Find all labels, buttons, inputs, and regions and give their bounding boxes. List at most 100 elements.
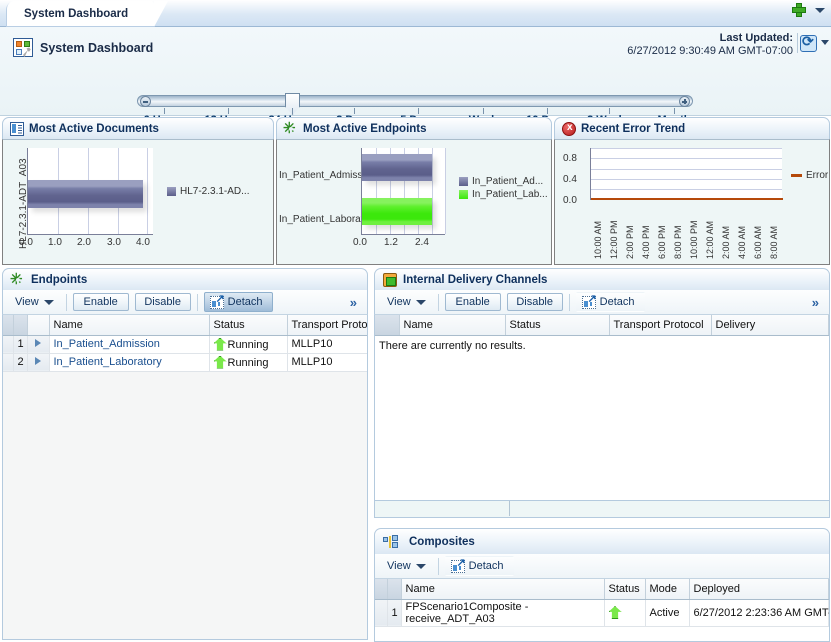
row-number: 2 — [13, 353, 28, 372]
chart-xtick-label: 10:00 PM — [689, 220, 699, 259]
col-status[interactable]: Status — [209, 315, 288, 336]
endpoint-link[interactable]: In_Patient_Laboratory — [54, 356, 162, 368]
page-title: System Dashboard — [13, 38, 154, 58]
endpoint-link[interactable]: In_Patient_Admission — [54, 338, 160, 350]
slider-track[interactable] — [137, 95, 693, 107]
table-internal-delivery-channels[interactable]: Name Status Transport Protocol Delivery … — [374, 315, 830, 501]
col-name[interactable]: Name — [49, 315, 210, 336]
plus-icon[interactable] — [792, 3, 806, 17]
row-expander[interactable] — [27, 353, 50, 372]
legend-label: Error — [806, 170, 829, 181]
refresh-icon[interactable] — [800, 33, 817, 52]
col-transport-protocol[interactable]: Transport Protocol — [609, 315, 712, 336]
horizontal-scrollbar[interactable] — [374, 501, 830, 518]
chart-xtick-label: 4:00 PM — [641, 225, 651, 259]
panel-header-composites[interactable]: Composites — [374, 528, 830, 554]
cell-name[interactable]: In_Patient_Admission — [49, 335, 210, 354]
col-deployed[interactable]: Deployed — [689, 579, 829, 600]
cell-status: Running — [209, 353, 288, 372]
minus-icon[interactable] — [140, 96, 151, 107]
disable-button[interactable]: Disable — [134, 293, 191, 311]
col-selector[interactable] — [3, 315, 14, 336]
chevron-down-icon — [43, 299, 54, 305]
tab-system-dashboard[interactable]: System Dashboard — [6, 1, 169, 27]
view-menu-button[interactable]: View — [381, 296, 432, 308]
scrollbar-thumb[interactable] — [375, 501, 510, 516]
toolbar-overflow-button[interactable]: » — [812, 295, 823, 310]
panel-header-recent-error-trend[interactable]: Recent Error Trend — [554, 117, 830, 139]
legend-item: HL7-2.3.1-AD... — [167, 186, 249, 197]
col-delivery[interactable]: Delivery — [711, 315, 829, 336]
col-selector[interactable] — [375, 579, 388, 600]
col-gutter — [387, 579, 402, 600]
table-row[interactable]: 1 FPScenario1Composite - receive_ADT_A03 A… — [375, 599, 829, 627]
panel-header-most-active-endpoints[interactable]: Most Active Endpoints — [276, 117, 552, 139]
col-name[interactable]: Name — [401, 579, 605, 600]
table-row[interactable]: 1 In_Patient_Admission Running MLLP10 — [3, 335, 367, 354]
row-selector[interactable] — [3, 335, 14, 354]
delivery-icon — [383, 272, 397, 287]
detach-button[interactable]: Detach — [203, 292, 273, 312]
row-expander[interactable] — [27, 335, 50, 354]
header-chevron-down-icon[interactable] — [821, 40, 829, 45]
row-selector[interactable] — [3, 353, 14, 372]
table-endpoints[interactable]: Name Status Transport Protocol 1 In_Patie… — [2, 315, 368, 640]
panel-title: Recent Error Trend — [581, 122, 686, 135]
chart-tick-label: 4.0 — [136, 237, 150, 248]
chart-plot-area — [361, 148, 446, 235]
panel-header-internal-delivery-channels[interactable]: Internal Delivery Channels — [374, 268, 830, 290]
legend-label: In_Patient_Lab... — [472, 189, 548, 200]
view-menu-button[interactable]: View — [381, 560, 432, 572]
enable-button[interactable]: Enable — [444, 293, 501, 311]
empty-results-message: There are currently no results. — [375, 335, 829, 356]
col-transport-protocol[interactable]: Transport Protocol — [287, 315, 367, 336]
chart-xtick-label: 12:00 AM — [705, 220, 715, 259]
detach-button[interactable]: Detach — [575, 292, 645, 312]
cell-status — [604, 599, 646, 627]
disable-button[interactable]: Disable — [506, 293, 563, 311]
col-gutter — [13, 315, 28, 336]
plus-icon[interactable] — [679, 96, 690, 107]
chart-xtick-label: 2:00 AM — [721, 225, 731, 259]
page-title-text: System Dashboard — [40, 40, 154, 55]
table-row[interactable]: 2 In_Patient_Laboratory Running MLLP10 — [3, 353, 367, 372]
panel-header-most-active-documents[interactable]: Most Active Documents — [2, 117, 274, 139]
col-name[interactable]: Name — [399, 315, 506, 336]
chevron-down-icon[interactable] — [815, 7, 825, 13]
chart-ytick-label: 0.8 — [563, 153, 577, 164]
view-menu-label: View — [387, 560, 411, 572]
col-selector[interactable] — [375, 315, 400, 336]
cell-mode: Active — [645, 599, 690, 627]
toolbar-separator — [437, 293, 439, 311]
disable-button-label: Disable — [144, 296, 181, 308]
legend-swatch-icon — [459, 177, 468, 186]
chart-xtick-label: 10:00 AM — [593, 220, 603, 259]
window-tab-strip: System Dashboard — [0, 0, 831, 27]
toolbar-separator — [65, 293, 67, 311]
table-composites[interactable]: Name Status Mode Deployed 1 FPScenario1Co… — [374, 579, 830, 642]
charts-row: Most Active Documents HL7-2.3.1-ADT_A03 — [0, 117, 831, 265]
col-status[interactable]: Status — [505, 315, 610, 336]
toolbar-overflow-button[interactable]: » — [350, 295, 361, 310]
cell-transport-protocol: MLLP10 — [287, 335, 367, 354]
page-header: System Dashboard Last Updated: 6/27/2012… — [0, 27, 831, 139]
chart-xtick-label: 6:00 PM — [657, 225, 667, 259]
legend-swatch-icon — [167, 187, 176, 196]
chart-tick-label: 1.0 — [48, 237, 62, 248]
col-status[interactable]: Status — [604, 579, 646, 600]
row-selector[interactable] — [375, 599, 388, 627]
chart-tick-label: 3.0 — [107, 237, 121, 248]
row-number: 1 — [387, 599, 402, 627]
detach-icon — [450, 556, 466, 573]
col-mode[interactable]: Mode — [645, 579, 690, 600]
enable-button[interactable]: Enable — [72, 293, 129, 311]
composites-body: 1 FPScenario1Composite - receive_ADT_A03 A… — [375, 599, 829, 627]
view-menu-button[interactable]: View — [9, 296, 60, 308]
cell-name[interactable]: In_Patient_Laboratory — [49, 353, 210, 372]
panel-header-endpoints[interactable]: Endpoints — [2, 268, 368, 290]
detach-button[interactable]: Detach — [444, 556, 514, 576]
chart-xtick-label: 4:00 AM — [737, 225, 747, 259]
header-divider — [797, 33, 798, 53]
detach-icon — [209, 292, 225, 309]
panel-most-active-documents: Most Active Documents HL7-2.3.1-ADT_A03 — [2, 117, 274, 265]
